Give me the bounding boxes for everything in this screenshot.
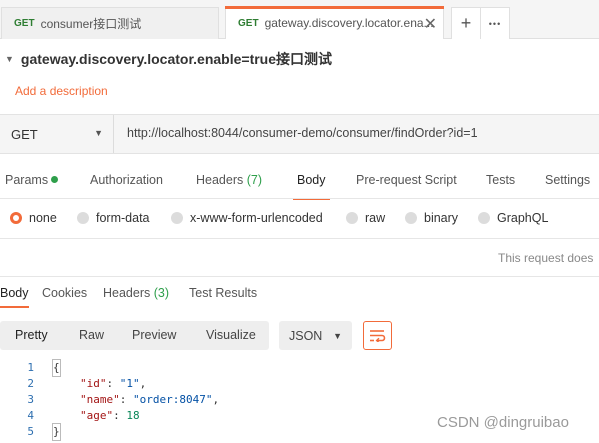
active-tab-indicator: [225, 6, 444, 9]
radio-label: binary: [424, 211, 459, 225]
radio-selected-icon: [10, 212, 22, 224]
json-key: "id": [80, 377, 107, 390]
json-value: "1": [119, 377, 140, 390]
chevron-down-icon: ▼: [333, 331, 342, 341]
tab-authorization[interactable]: Authorization: [90, 173, 163, 187]
request-name[interactable]: ▼ gateway.discovery.locator.enable=true接…: [5, 49, 332, 69]
divider: [0, 276, 599, 277]
open-brace: {: [52, 359, 61, 377]
tab-settings[interactable]: Settings: [545, 173, 590, 187]
view-pretty-button[interactable]: Pretty: [15, 328, 48, 342]
chevron-down-icon: ▼: [94, 128, 103, 138]
line-number: 3: [27, 393, 34, 406]
view-raw-button[interactable]: Raw: [79, 328, 104, 342]
tab-consumer-test[interactable]: GET consumer接口测试: [1, 7, 219, 39]
view-preview-button[interactable]: Preview: [132, 328, 176, 342]
plus-icon: +: [460, 13, 472, 33]
body-type-form-data[interactable]: form-data: [77, 211, 150, 225]
radio-icon: [171, 212, 183, 224]
wrap-lines-icon: [370, 330, 386, 342]
json-field: "name": "order:8047",: [80, 393, 220, 406]
line-number: 2: [27, 377, 34, 390]
collapse-caret-icon[interactable]: ▼: [5, 54, 14, 64]
tab-params[interactable]: Params: [5, 173, 59, 187]
radio-label: x-www-form-urlencoded: [190, 211, 323, 225]
active-tab-underline: [0, 306, 29, 308]
tab-headers-label: Headers: [196, 173, 244, 187]
request-section-tabs: Params Authorization Headers (7) Body Pr…: [0, 166, 599, 200]
tab-prerequest-script[interactable]: Pre-request Script: [356, 173, 457, 187]
json-key: "age": [80, 409, 114, 422]
tab-title: consumer接口测试: [40, 17, 142, 31]
watermark: CSDN @dingruibao: [437, 414, 569, 431]
view-visualize-button[interactable]: Visualize: [206, 328, 256, 342]
body-type-graphql[interactable]: GraphQL: [478, 211, 548, 225]
code-line: 2 "id": "1",: [0, 376, 599, 392]
response-format-select[interactable]: JSON ▼: [279, 321, 352, 350]
tab-tests[interactable]: Tests: [486, 173, 515, 187]
close-brace: }: [52, 423, 61, 441]
method-value: GET: [11, 126, 38, 142]
response-tab-headers-label: Headers: [103, 286, 151, 300]
radio-label: none: [29, 211, 57, 225]
new-tab-button[interactable]: +: [451, 7, 481, 39]
body-type-raw[interactable]: raw: [346, 211, 385, 225]
tab-options-button[interactable]: •••: [480, 7, 510, 39]
code-line: 1 {: [0, 359, 599, 377]
method-select[interactable]: GET ▼: [0, 115, 114, 153]
response-view-toggle: Pretty Raw Preview Visualize: [0, 321, 269, 350]
radio-label: GraphQL: [497, 211, 549, 225]
response-tab-headers[interactable]: Headers (3): [103, 286, 169, 300]
wrap-lines-button[interactable]: [363, 321, 392, 350]
tab-body-label: Body: [297, 173, 326, 187]
radio-icon: [478, 212, 490, 224]
tab-gateway-discovery[interactable]: GET gateway.discovery.locator.ena... ✕: [225, 6, 444, 39]
url-bar: GET ▼ http://localhost:8044/consumer-dem…: [0, 114, 599, 154]
line-number: 1: [27, 361, 34, 374]
json-field: "id": "1",: [80, 377, 147, 390]
tab-method: GET: [14, 18, 35, 29]
code-line: 3 "name": "order:8047",: [0, 392, 599, 408]
more-icon: •••: [488, 18, 502, 29]
json-value: 18: [126, 409, 140, 422]
request-tab-bar: GET consumer接口测试 GET gateway.discovery.l…: [0, 0, 599, 39]
format-value: JSON: [289, 328, 323, 343]
line-number: 4: [27, 409, 34, 422]
json-field: "age": 18: [80, 409, 140, 422]
response-tab-test-results[interactable]: Test Results: [189, 286, 257, 300]
radio-icon: [346, 212, 358, 224]
radio-icon: [405, 212, 417, 224]
tab-method: GET: [238, 17, 259, 29]
close-icon[interactable]: ✕: [424, 14, 437, 34]
divider: [0, 198, 599, 199]
request-title: gateway.discovery.locator.enable=true接口测…: [20, 51, 333, 67]
body-type-urlencoded[interactable]: x-www-form-urlencoded: [171, 211, 323, 225]
radio-icon: [77, 212, 89, 224]
add-description-link[interactable]: Add a description: [15, 84, 108, 98]
json-key: "name": [80, 393, 120, 406]
line-number: 5: [27, 425, 34, 438]
params-indicator-dot: [51, 176, 59, 183]
body-type-binary[interactable]: binary: [405, 211, 458, 225]
divider: [0, 238, 599, 239]
tab-params-label: Params: [5, 173, 49, 187]
radio-label: form-data: [96, 211, 150, 225]
tab-title: gateway.discovery.locator.ena...: [264, 16, 434, 30]
response-tab-body-label: Body: [0, 286, 29, 300]
json-separator: ,: [139, 377, 147, 390]
response-tab-cookies[interactable]: Cookies: [42, 286, 87, 300]
tab-headers[interactable]: Headers (7): [196, 173, 262, 187]
radio-label: raw: [365, 211, 386, 225]
response-tab-body[interactable]: Body: [0, 286, 29, 308]
request-empty-note: This request does: [498, 251, 594, 265]
json-value: "order:8047": [133, 393, 213, 406]
body-type-none[interactable]: none: [10, 211, 57, 225]
headers-count: (7): [246, 173, 263, 187]
url-input[interactable]: http://localhost:8044/consumer-demo/cons…: [127, 126, 478, 140]
json-separator: ,: [212, 393, 220, 406]
tab-body[interactable]: Body: [293, 173, 330, 200]
response-headers-count: (3): [153, 286, 170, 300]
